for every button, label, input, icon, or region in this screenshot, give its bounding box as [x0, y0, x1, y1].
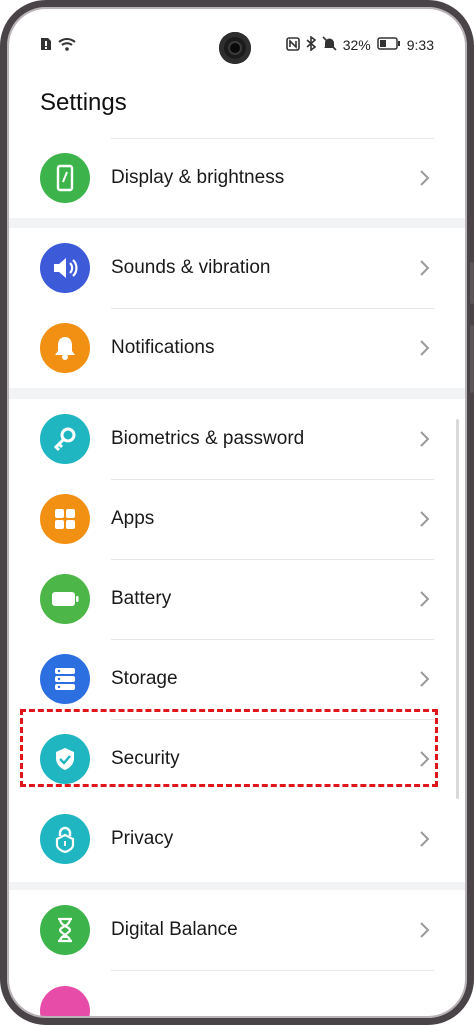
settings-item-notifications[interactable]: Notifications: [7, 308, 467, 388]
page-header: Settings: [7, 83, 467, 138]
bluetooth-icon: [306, 35, 316, 54]
partial-item-icon: [40, 986, 90, 1018]
storage-icon: [40, 654, 90, 704]
settings-item-apps[interactable]: Apps: [7, 479, 467, 559]
settings-item-storage[interactable]: Storage: [7, 639, 467, 719]
wifi-icon: [58, 37, 76, 56]
battery-percent: 32%: [342, 37, 371, 53]
settings-item-display[interactable]: Display & brightness: [7, 138, 467, 218]
settings-item-label: Biometrics & password: [111, 428, 305, 449]
bell-icon: [40, 323, 90, 373]
mute-icon: [322, 36, 337, 54]
divider: [111, 970, 434, 971]
status-bar: 32% 9:33: [7, 7, 467, 83]
lock-icon: [40, 814, 90, 864]
settings-group: Digital Balance: [7, 890, 467, 1018]
settings-item-label: Privacy: [111, 828, 174, 849]
settings-item-label: Digital Balance: [111, 919, 238, 940]
settings-item-label: Apps: [111, 508, 155, 529]
hourglass-icon: [40, 905, 90, 955]
chevron-right-icon: [420, 671, 430, 687]
settings-item-label: Battery: [111, 588, 172, 609]
chevron-right-icon: [420, 170, 430, 186]
phone-display-icon: [40, 153, 90, 203]
speaker-icon: [40, 243, 90, 293]
settings-item-label: Display & brightness: [111, 167, 285, 188]
settings-item-battery[interactable]: Battery: [7, 559, 467, 639]
battery-icon: [377, 37, 401, 53]
screen: 32% 9:33 Settings Display & brightness S…: [7, 7, 467, 1018]
nfc-icon: [285, 36, 300, 54]
chevron-right-icon: [420, 831, 430, 847]
settings-item-biometrics[interactable]: Biometrics & password: [7, 399, 467, 479]
divider: [111, 479, 434, 480]
apps-grid-icon: [40, 494, 90, 544]
settings-item-sounds[interactable]: Sounds & vibration: [7, 228, 467, 308]
settings-group: Display & brightness: [7, 138, 467, 218]
front-camera: [219, 32, 251, 64]
highlight-box-security: [20, 709, 438, 787]
settings-item-label: Storage: [111, 668, 178, 689]
chevron-right-icon: [420, 591, 430, 607]
chevron-right-icon: [420, 922, 430, 938]
page-title: Settings: [40, 89, 127, 116]
chevron-right-icon: [420, 431, 430, 447]
chevron-right-icon: [420, 260, 430, 276]
battery-icon: [40, 574, 90, 624]
settings-item-digital-balance[interactable]: Digital Balance: [7, 890, 467, 970]
settings-group: Biometrics & password Apps Battery Stora…: [7, 399, 467, 882]
clock: 9:33: [406, 37, 434, 53]
settings-item-partial[interactable]: [7, 970, 467, 1018]
chevron-right-icon: [420, 340, 430, 356]
volume-button: [470, 262, 474, 304]
chevron-right-icon: [420, 511, 430, 527]
settings-item-label: Notifications: [111, 337, 215, 358]
settings-item-privacy[interactable]: Privacy: [7, 799, 467, 879]
scrollbar[interactable]: [456, 419, 459, 799]
key-icon: [40, 414, 90, 464]
power-button: [470, 325, 474, 393]
settings-item-label: Sounds & vibration: [111, 257, 271, 278]
sim-alert-icon: [40, 37, 52, 56]
settings-group: Sounds & vibration Notifications: [7, 228, 467, 388]
